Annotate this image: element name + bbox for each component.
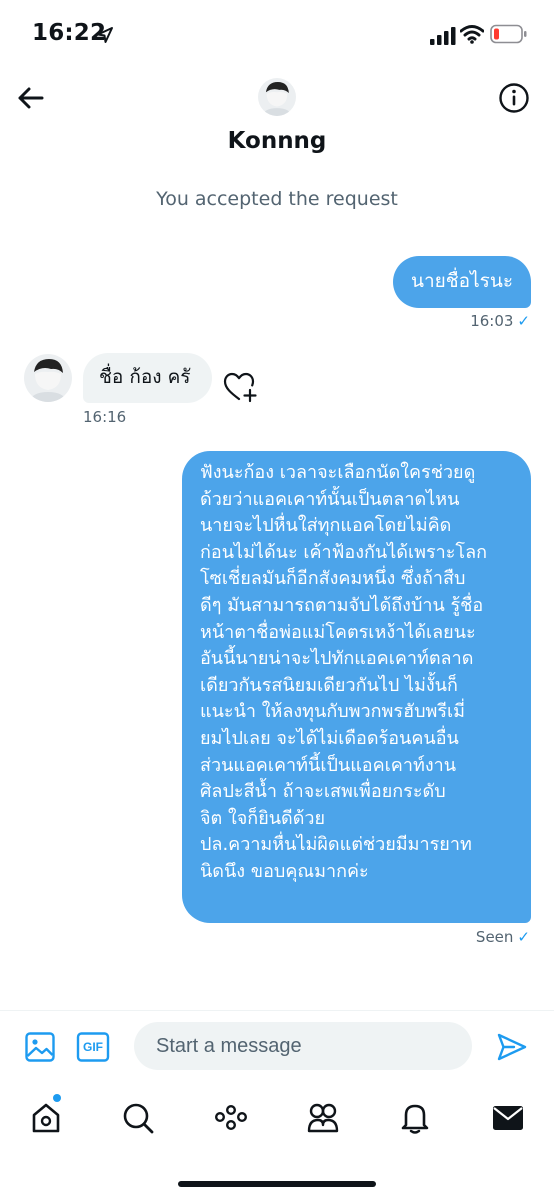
message-line: อันนี้นายน่าจะไปทักแอคเคาท์ตลาด bbox=[200, 648, 474, 670]
spaces-icon bbox=[215, 1104, 248, 1131]
message-line: โซเชี่ยลมันก็อีกสังคมหนึ่ง ซึ่งถ้าสืบ bbox=[200, 568, 466, 590]
gif-button[interactable]: GIF bbox=[76, 1030, 110, 1064]
gif-label: GIF bbox=[83, 1040, 103, 1054]
incoming-message[interactable]: ชื่อ ก้อง ครั bbox=[83, 353, 212, 403]
timestamp-text: 16:03 bbox=[470, 312, 514, 330]
send-button[interactable] bbox=[495, 1030, 529, 1064]
avatar-image bbox=[24, 354, 72, 402]
outgoing-message-long[interactable]: ฟังนะก้อง เวลาจะเลือกนัดใครช่วยดู ด้วยว่… bbox=[182, 451, 531, 923]
message-line: ก่อนไม่ได้นะ เค้าฟ้องกันได้เพราะโลก bbox=[200, 541, 488, 563]
cellular-signal-icon bbox=[430, 27, 456, 45]
nav-home[interactable] bbox=[26, 1098, 66, 1138]
message-line: นายจะไปหื่นใส่ทุกแอคโดยไม่คิด bbox=[200, 515, 452, 537]
message-line: ฟังนะก้อง เวลาจะเลือกนัดใครช่วยดู bbox=[200, 462, 476, 483]
message-line: จิต ใจก็ยินดีด้วย bbox=[200, 807, 326, 829]
outgoing-message[interactable]: นายชื่อไรนะ bbox=[393, 256, 531, 308]
avatar-image bbox=[258, 78, 296, 116]
nav-communities[interactable] bbox=[303, 1098, 343, 1138]
seen-status: Seen ✓ bbox=[476, 928, 530, 946]
contact-name[interactable]: Konnng bbox=[0, 128, 554, 154]
nav-notifications[interactable] bbox=[395, 1098, 435, 1138]
message-line: ยมไปเลย จะได้ไม่เดือดร้อนคนอื่น bbox=[200, 727, 459, 749]
message-timestamp: 16:16 bbox=[83, 408, 127, 426]
system-message: You accepted the request bbox=[156, 188, 398, 210]
message-line: ส่วนแอคเคาท์นี้เป็นแอคเคาท์งาน bbox=[200, 754, 457, 776]
image-icon bbox=[25, 1032, 55, 1062]
message-line: ศิลปะสีน้ำ ถ้าจะเสพเพื่อยกระดับ bbox=[200, 781, 446, 803]
composer-divider bbox=[0, 1010, 554, 1011]
message-timestamp: 16:03 ✓ bbox=[470, 312, 530, 330]
messages-icon bbox=[493, 1106, 523, 1130]
nav-spaces[interactable] bbox=[211, 1098, 251, 1138]
message-line: แนะนำ ให้ลงทุนกับพวกพรฮับพรีเมี่ bbox=[200, 701, 466, 723]
search-icon bbox=[123, 1103, 154, 1134]
notification-dot bbox=[53, 1094, 61, 1102]
sender-avatar[interactable] bbox=[24, 354, 72, 402]
image-button[interactable] bbox=[23, 1030, 57, 1064]
heart-add-icon[interactable] bbox=[222, 370, 258, 404]
message-line: เดียวกันรสนิยมเดียวกันไป ไม่งั้นก็ bbox=[200, 674, 458, 696]
home-icon bbox=[32, 1103, 60, 1133]
communities-icon bbox=[307, 1103, 339, 1133]
nav-search[interactable] bbox=[118, 1098, 158, 1138]
seen-text: Seen bbox=[475, 928, 514, 946]
message-input[interactable] bbox=[134, 1022, 472, 1070]
location-arrow-icon bbox=[97, 27, 113, 43]
nav-messages[interactable] bbox=[488, 1098, 528, 1138]
home-indicator bbox=[178, 1181, 376, 1187]
wifi-icon bbox=[460, 25, 484, 44]
send-icon bbox=[497, 1033, 527, 1061]
status-bar: 16:22 bbox=[0, 0, 554, 70]
check-icon: ✓ bbox=[517, 928, 530, 946]
message-line: หน้าตาชื่อพ่อแม่โคตรเหง้าได้เลยนะ bbox=[200, 621, 476, 643]
message-line: ดีๆ มันสามารถตามจับได้ถึงบ้าน รู้ชื่อ bbox=[200, 594, 484, 616]
back-arrow-icon bbox=[18, 87, 44, 109]
back-button[interactable] bbox=[12, 80, 48, 116]
contact-avatar[interactable] bbox=[258, 78, 296, 116]
info-button[interactable] bbox=[496, 80, 532, 116]
message-line: ปล.ความหื่นไม่ผิดแต่ช่วยมีมารยาท bbox=[200, 834, 472, 856]
message-line: นิดนึง ขอบคุณมากค่ะ bbox=[200, 860, 369, 882]
check-icon: ✓ bbox=[517, 312, 530, 330]
notifications-icon bbox=[401, 1104, 429, 1134]
message-line: ด้วยว่าแอคเคาท์นั้นเป็นตลาดไหน bbox=[200, 488, 460, 510]
battery-low-icon bbox=[490, 24, 527, 44]
info-icon bbox=[499, 83, 529, 113]
